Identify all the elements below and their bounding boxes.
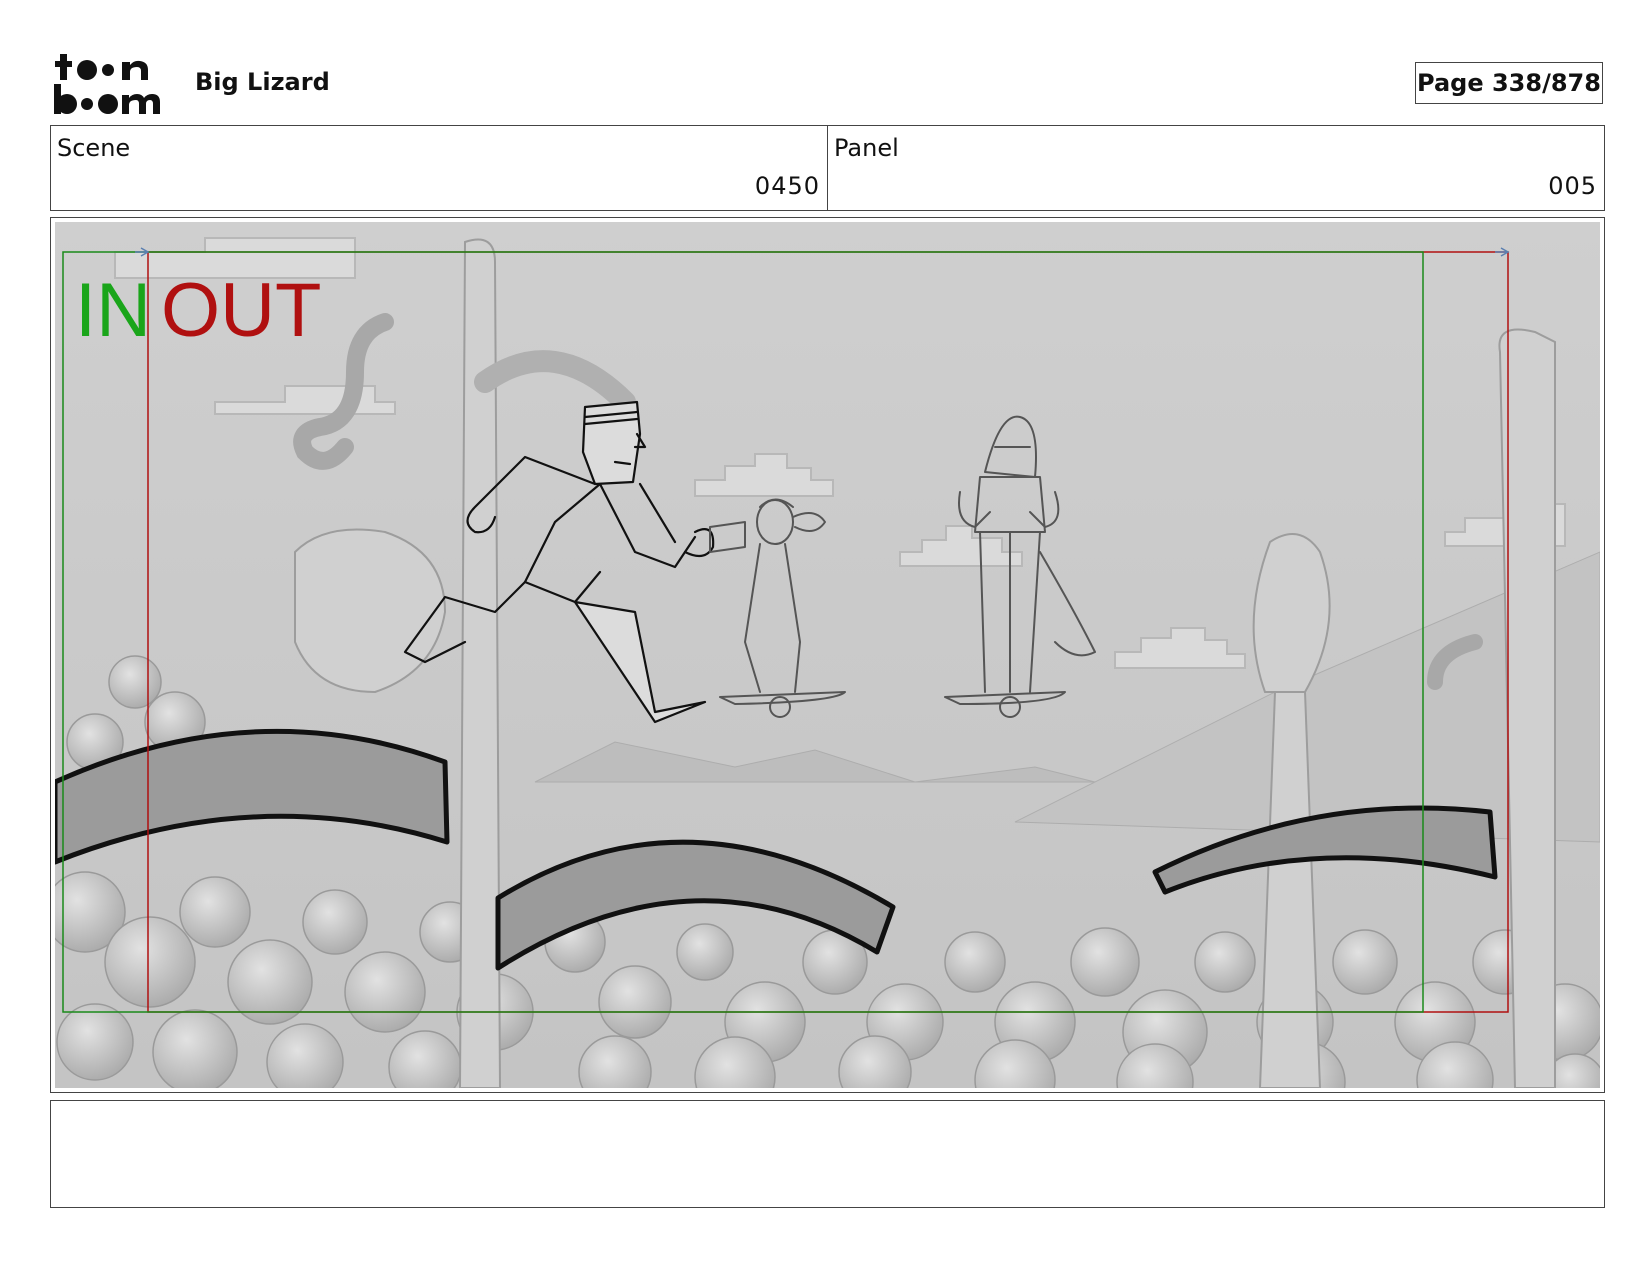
panel-cell: Panel 005 xyxy=(827,126,1604,210)
scene-label: Scene xyxy=(57,134,131,162)
panel-label: Panel xyxy=(834,134,899,162)
out-label: OUT xyxy=(161,268,321,353)
page-indicator: Page 338/878 xyxy=(1415,62,1603,104)
panel-image: IN OUT xyxy=(55,222,1600,1088)
toon-boom-logo xyxy=(54,54,160,114)
scene-value: 0450 xyxy=(754,172,820,200)
storyboard-frame: IN OUT xyxy=(50,217,1605,1093)
panel-value: 005 xyxy=(1548,172,1597,200)
in-label: IN xyxy=(75,268,151,353)
scene-cell: Scene 0450 xyxy=(51,126,827,210)
project-title: Big Lizard xyxy=(195,68,330,96)
scene-panel-info: Scene 0450 Panel 005 xyxy=(50,125,1605,211)
notes-box xyxy=(50,1100,1605,1208)
